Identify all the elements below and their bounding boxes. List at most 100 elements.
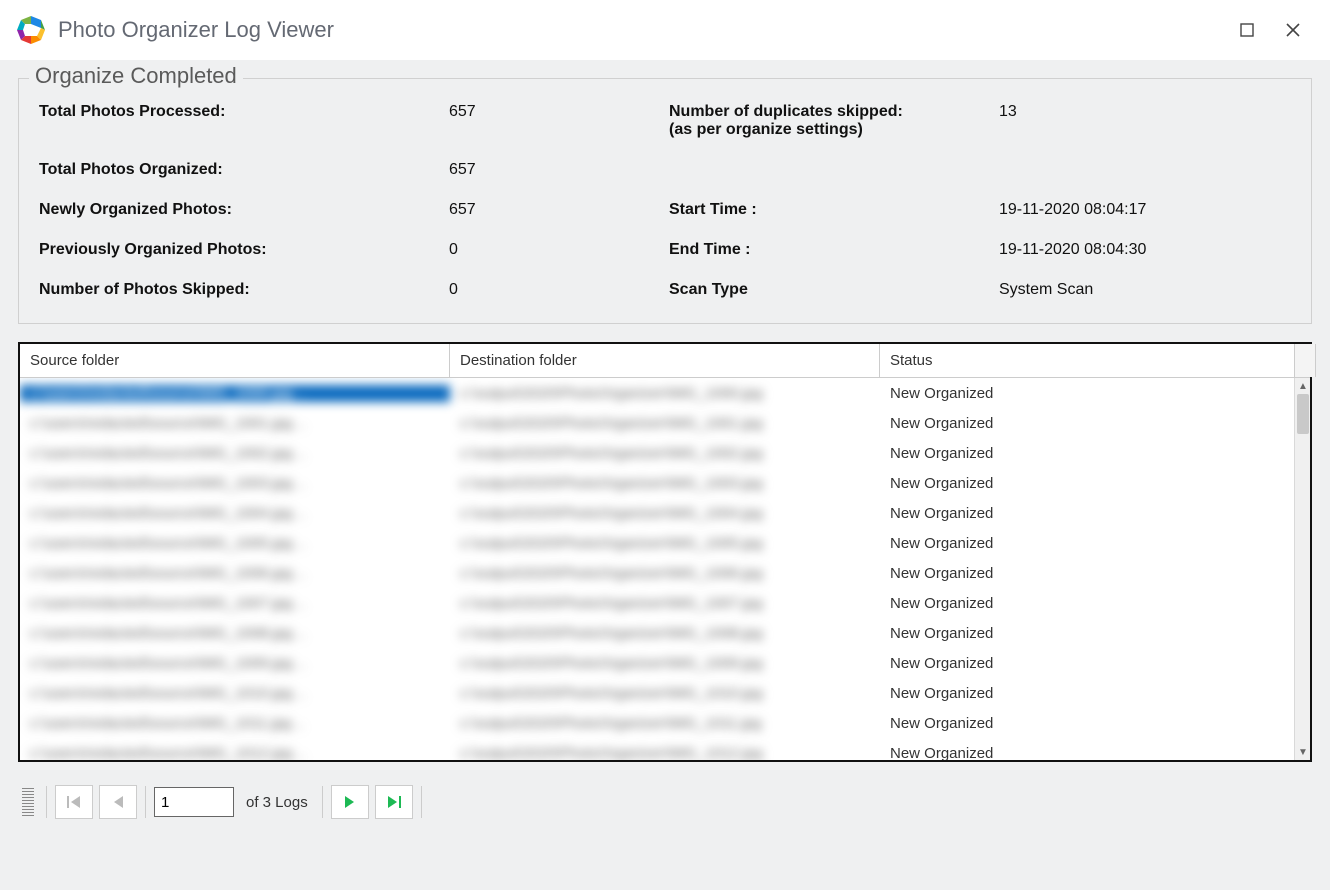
cell-status: New Organized	[880, 625, 1310, 642]
table-row[interactable]: c:\users\redacted\source\IMG_1005.jpg ..…	[20, 528, 1310, 558]
col-source[interactable]: Source folder	[20, 344, 450, 377]
workspace: Organize Completed Total Photos Processe…	[0, 60, 1330, 890]
stat-newly-label: Newly Organized Photos:	[39, 201, 449, 219]
cell-destination: c:\output\2020\PhotoOrganizer\IMG_1009.j…	[450, 655, 880, 672]
cell-status: New Organized	[880, 595, 1310, 612]
stat-scantype-label: Scan Type	[669, 281, 999, 299]
vertical-scrollbar[interactable]: ▲ ▼	[1294, 378, 1310, 760]
cell-source: c:\users\redacted\source\IMG_1010.jpg ..	[20, 685, 450, 702]
cell-destination: c:\output\2020\PhotoOrganizer\IMG_1011.j…	[450, 715, 880, 732]
cell-status: New Organized	[880, 535, 1310, 552]
pager-bar: of 3 Logs	[18, 780, 1312, 824]
cell-status: New Organized	[880, 565, 1310, 582]
cell-source: c:\users\redacted\source\IMG_1003.jpg ..	[20, 475, 450, 492]
table-row[interactable]: c:\users\redacted\source\IMG_1009.jpg ..…	[20, 648, 1310, 678]
cell-status: New Organized	[880, 445, 1310, 462]
stat-skipped-label: Number of Photos Skipped:	[39, 281, 449, 299]
cell-status: New Organized	[880, 385, 1310, 402]
cell-status: New Organized	[880, 685, 1310, 702]
stat-processed-label: Total Photos Processed:	[39, 103, 449, 121]
cell-source: c:\users\redacted\source\IMG_1012.jpg ..	[20, 745, 450, 761]
separator	[322, 786, 323, 818]
cell-source: c:\users\redacted\source\IMG_1004.jpg ..	[20, 505, 450, 522]
scroll-thumb[interactable]	[1297, 394, 1309, 434]
cell-destination: c:\output\2020\PhotoOrganizer\IMG_1006.j…	[450, 565, 880, 582]
cell-status: New Organized	[880, 715, 1310, 732]
stat-starttime-label: Start Time :	[669, 201, 999, 219]
cell-destination: c:\output\2020\PhotoOrganizer\IMG_1008.j…	[450, 625, 880, 642]
cell-source: c:\users\redacted\source\IMG_1006.jpg ..	[20, 565, 450, 582]
stat-duplicates-label: Number of duplicates skipped: (as per or…	[669, 103, 999, 139]
cell-status: New Organized	[880, 415, 1310, 432]
cell-destination: c:\output\2020\PhotoOrganizer\IMG_1005.j…	[450, 535, 880, 552]
cell-destination: c:\output\2020\PhotoOrganizer\IMG_1010.j…	[450, 685, 880, 702]
scroll-up-icon[interactable]: ▲	[1295, 378, 1310, 394]
table-row[interactable]: c:\users\redacted\source\IMG_1001.jpg ..…	[20, 408, 1310, 438]
page-number-input[interactable]	[154, 787, 234, 817]
table-row[interactable]: c:\users\redacted\source\IMG_1008.jpg ..…	[20, 618, 1310, 648]
stat-organized-value: 657	[449, 161, 669, 179]
cell-source: c:\users\redacted\source\IMG_1005.jpg ..	[20, 535, 450, 552]
stat-prev-label: Previously Organized Photos:	[39, 241, 449, 259]
cell-destination: c:\output\2020\PhotoOrganizer\IMG_1001.j…	[450, 415, 880, 432]
stat-prev-value: 0	[449, 241, 669, 259]
table-row[interactable]: c:\users\redacted\source\IMG_1006.jpg ..…	[20, 558, 1310, 588]
cell-source: c:\users\redacted\source\IMG_1011.jpg ..	[20, 715, 450, 732]
cell-destination: c:\output\2020\PhotoOrganizer\IMG_1012.j…	[450, 745, 880, 761]
stat-endtime-value: 19-11-2020 08:04:30	[999, 241, 1219, 259]
separator	[421, 786, 422, 818]
last-page-button[interactable]	[375, 785, 413, 819]
table-row[interactable]: c:\users\redacted\source\IMG_1011.jpg ..…	[20, 708, 1310, 738]
cell-source: c:\users\redacted\source\IMG_1007.jpg ..	[20, 595, 450, 612]
stat-starttime-value: 19-11-2020 08:04:17	[999, 201, 1219, 219]
table-row[interactable]: c:\users\redacted\source\IMG_1004.jpg ..…	[20, 498, 1310, 528]
table-row[interactable]: c:\users\redacted\source\IMG_1007.jpg ..…	[20, 588, 1310, 618]
stat-duplicates-value: 13	[999, 103, 1219, 121]
close-button[interactable]	[1270, 10, 1316, 50]
cell-source: c:\users\redacted\source\IMG_1000.jpg ..	[20, 385, 450, 402]
cell-status: New Organized	[880, 505, 1310, 522]
maximize-button[interactable]	[1224, 10, 1270, 50]
first-page-button[interactable]	[55, 785, 93, 819]
table-body: c:\users\redacted\source\IMG_1000.jpg ..…	[20, 378, 1310, 760]
stat-endtime-label: End Time :	[669, 241, 999, 259]
cell-destination: c:\output\2020\PhotoOrganizer\IMG_1007.j…	[450, 595, 880, 612]
cell-source: c:\users\redacted\source\IMG_1009.jpg ..	[20, 655, 450, 672]
window-title: Photo Organizer Log Viewer	[58, 17, 334, 43]
stat-scantype-value: System Scan	[999, 281, 1219, 299]
summary-fieldset: Organize Completed Total Photos Processe…	[18, 78, 1312, 324]
table-row[interactable]: c:\users\redacted\source\IMG_1003.jpg ..…	[20, 468, 1310, 498]
next-page-button[interactable]	[331, 785, 369, 819]
cell-source: c:\users\redacted\source\IMG_1008.jpg ..	[20, 625, 450, 642]
log-table: Source folder Destination folder Status …	[18, 342, 1312, 762]
cell-status: New Organized	[880, 745, 1310, 761]
cell-source: c:\users\redacted\source\IMG_1002.jpg ..	[20, 445, 450, 462]
stat-processed-value: 657	[449, 103, 669, 121]
separator	[145, 786, 146, 818]
cell-destination: c:\output\2020\PhotoOrganizer\IMG_1004.j…	[450, 505, 880, 522]
prev-page-button[interactable]	[99, 785, 137, 819]
table-header-row: Source folder Destination folder Status	[20, 344, 1310, 378]
table-row[interactable]: c:\users\redacted\source\IMG_1002.jpg ..…	[20, 438, 1310, 468]
table-row[interactable]: c:\users\redacted\source\IMG_1012.jpg ..…	[20, 738, 1310, 760]
cell-destination: c:\output\2020\PhotoOrganizer\IMG_1003.j…	[450, 475, 880, 492]
stat-newly-value: 657	[449, 201, 669, 219]
app-logo-icon	[14, 13, 48, 47]
fieldset-legend: Organize Completed	[29, 63, 243, 89]
col-destination[interactable]: Destination folder	[450, 344, 880, 377]
scroll-down-icon[interactable]: ▼	[1295, 744, 1310, 760]
table-row[interactable]: c:\users\redacted\source\IMG_1000.jpg ..…	[20, 378, 1310, 408]
table-row[interactable]: c:\users\redacted\source\IMG_1010.jpg ..…	[20, 678, 1310, 708]
col-status[interactable]: Status	[880, 344, 1294, 377]
cell-source: c:\users\redacted\source\IMG_1001.jpg ..	[20, 415, 450, 432]
scroll-header-spacer	[1294, 344, 1316, 377]
grip-icon	[22, 788, 34, 816]
titlebar: Photo Organizer Log Viewer	[0, 0, 1330, 60]
stat-organized-label: Total Photos Organized:	[39, 161, 449, 179]
separator	[46, 786, 47, 818]
page-total-label: of 3 Logs	[246, 794, 308, 811]
cell-status: New Organized	[880, 475, 1310, 492]
cell-destination: c:\output\2020\PhotoOrganizer\IMG_1000.j…	[450, 385, 880, 402]
stat-skipped-value: 0	[449, 281, 669, 299]
cell-destination: c:\output\2020\PhotoOrganizer\IMG_1002.j…	[450, 445, 880, 462]
